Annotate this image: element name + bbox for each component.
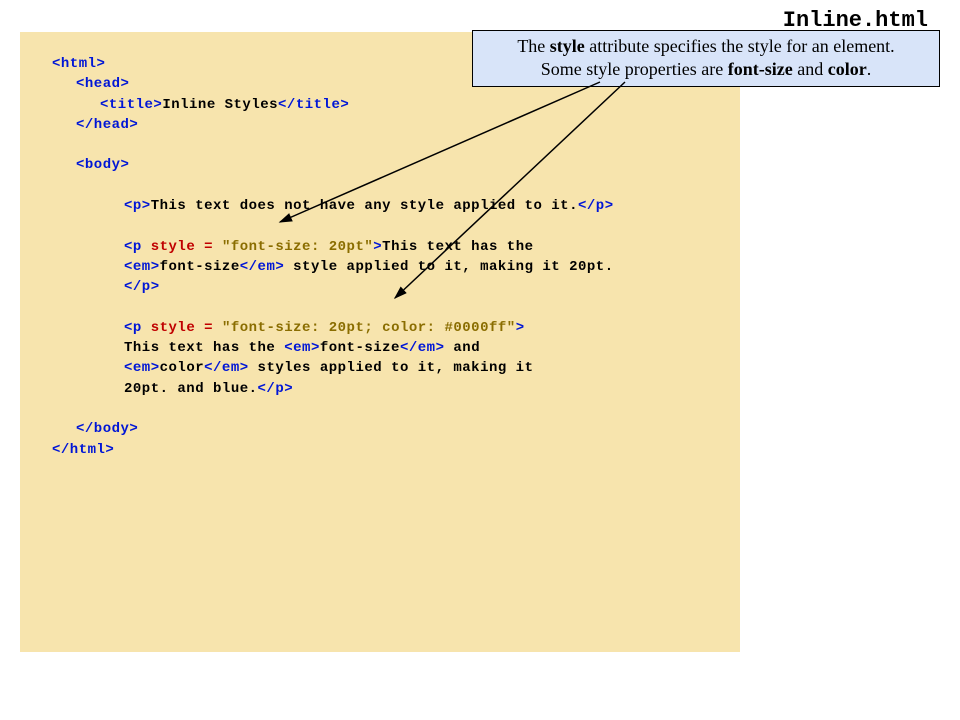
p2-em-text: font-size [160, 259, 240, 275]
p3-attr-value: "font-size: 20pt; color: #0000ff" [222, 320, 516, 336]
callout-l1-pre: The [517, 36, 549, 56]
p3-text-a: This text has the [124, 340, 284, 356]
p1-text: This text does not have any style applie… [151, 198, 578, 214]
tag-p2-open: <p [124, 239, 151, 255]
tag-em-close-2: </em> [400, 340, 445, 356]
callout-l2-mid: and [793, 59, 828, 79]
p3-text-d: 20pt. and blue. [124, 381, 258, 397]
tag-html-open: <html> [52, 56, 105, 72]
callout-l1-mid: attribute specifies the style for an ele… [585, 36, 895, 56]
tag-p1-close: </p> [578, 198, 614, 214]
callout-l1-b1: style [550, 36, 585, 56]
callout-l2-b2: color [828, 59, 867, 79]
p2-attr-name: style = [151, 239, 222, 255]
tag-title-open: <title> [100, 97, 162, 113]
p2-text-a: This text has the [382, 239, 542, 255]
callout-l2-pre: Some style properties are [541, 59, 728, 79]
tag-em-close: </em> [240, 259, 285, 275]
p3-text-c: styles applied to it, making it [249, 360, 534, 376]
tag-em-open: <em> [124, 259, 160, 275]
p3-em2: color [160, 360, 205, 376]
tag-p2-close: </p> [124, 279, 160, 295]
tag-html-close: </html> [52, 442, 114, 458]
p2-attr-value: "font-size: 20pt" [222, 239, 373, 255]
p3-attr-name: style = [151, 320, 222, 336]
code-block: <html> <head> <title>Inline Styles</titl… [20, 32, 740, 652]
tag-title-close: </title> [278, 97, 349, 113]
p3-text-b: and [444, 340, 489, 356]
callout-l2-b1: font-size [728, 59, 793, 79]
tag-em-open-3: <em> [124, 360, 160, 376]
tag-em-open-2: <em> [284, 340, 320, 356]
tag-p3-open: <p [124, 320, 151, 336]
tag-head-close: </head> [76, 117, 138, 133]
tag-body-close: </body> [76, 421, 138, 437]
tag-em-close-3: </em> [204, 360, 249, 376]
tag-p1-open: <p> [124, 198, 151, 214]
tag-head-open: <head> [76, 76, 129, 92]
tag-p3-gt: > [516, 320, 525, 336]
p2-text-b: style applied to it, making it 20pt. [284, 259, 613, 275]
callout-box: The style attribute specifies the style … [472, 30, 940, 87]
tag-p2-gt: > [373, 239, 382, 255]
tag-p3-close: </p> [258, 381, 294, 397]
p3-em1: font-size [320, 340, 400, 356]
title-text: Inline Styles [162, 97, 278, 113]
tag-body-open: <body> [76, 157, 129, 173]
callout-l2-post: . [867, 59, 872, 79]
